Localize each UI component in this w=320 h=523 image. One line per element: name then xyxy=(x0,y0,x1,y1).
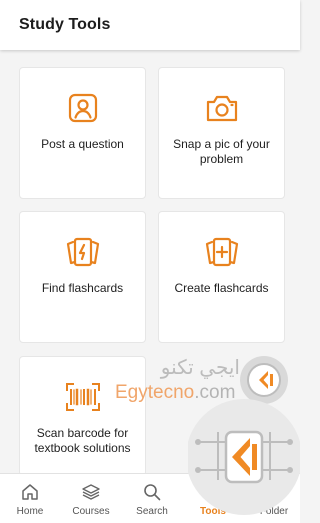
find-flashcards-card[interactable]: Find flashcards xyxy=(19,211,146,343)
tab-folder-label: Folder xyxy=(259,506,289,517)
tab-tools[interactable]: Tools xyxy=(183,474,243,523)
create-flashcards-label: Create flashcards xyxy=(174,281,269,295)
tab-search-label: Search xyxy=(136,506,168,517)
scan-barcode-label: Scan barcode for textbook solutions xyxy=(34,426,131,455)
snap-pic-card[interactable]: Snap a pic of your problem xyxy=(158,67,285,199)
tab-home-label: Home xyxy=(16,506,44,517)
tab-tools-label: Tools xyxy=(200,506,226,517)
bottom-tab-bar: Home Courses Search Tools Folder xyxy=(0,473,300,523)
app-root: Study Tools Post a question Snap a pic o… xyxy=(0,0,302,523)
tab-courses-label: Courses xyxy=(72,506,110,517)
tab-courses[interactable]: Courses xyxy=(61,474,121,523)
barcode-icon xyxy=(65,381,101,413)
home-icon xyxy=(21,483,39,501)
post-question-label: Post a question xyxy=(41,137,124,151)
add-flashcards-icon xyxy=(205,236,239,268)
tools-grid: Post a question Snap a pic of your probl… xyxy=(0,50,300,476)
create-flashcards-card[interactable]: Create flashcards xyxy=(158,211,285,343)
tab-home[interactable]: Home xyxy=(0,474,60,523)
snap-pic-label: Snap a pic of your problem xyxy=(173,137,270,166)
flashcards-icon xyxy=(66,236,100,268)
camera-icon xyxy=(205,92,239,124)
tab-search[interactable]: Search xyxy=(122,474,182,523)
scan-barcode-card[interactable]: Scan barcode for textbook solutions xyxy=(19,356,146,476)
find-flashcards-label: Find flashcards xyxy=(41,281,124,295)
watermark-logo-icon xyxy=(240,356,288,404)
top-app-bar: Study Tools xyxy=(0,0,300,50)
tab-folder[interactable]: Folder xyxy=(244,474,304,523)
folder-icon xyxy=(265,483,283,501)
post-question-card[interactable]: Post a question xyxy=(19,67,146,199)
page-title: Study Tools xyxy=(19,16,111,33)
stack-icon xyxy=(82,483,100,501)
search-icon xyxy=(143,483,161,501)
tools-icon xyxy=(204,483,222,501)
person-card-icon xyxy=(67,92,99,124)
